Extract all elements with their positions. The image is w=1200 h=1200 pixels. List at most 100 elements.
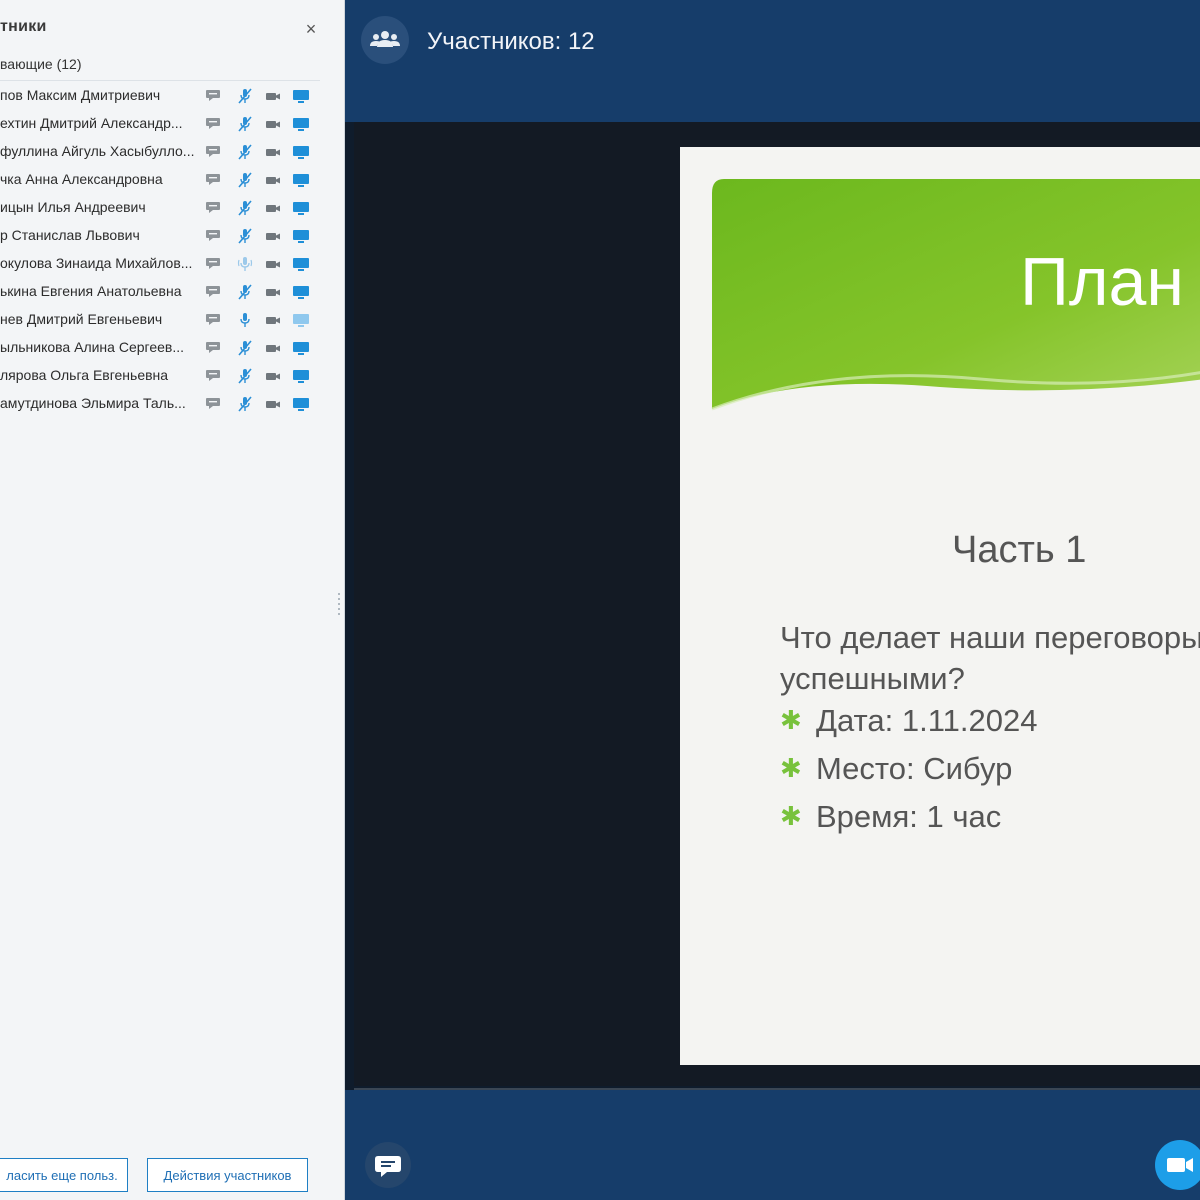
camera-icon — [264, 115, 282, 133]
participant-row[interactable]: нев Дмитрий Евгеньевич — [0, 306, 340, 334]
slide-bullet: ✱ Время: 1 час — [780, 799, 1200, 847]
group-title[interactable]: вающие (12) — [0, 56, 81, 72]
chat-bubble-icon — [204, 339, 222, 357]
mic-muted-icon — [236, 87, 254, 105]
bullet-star-icon: ✱ — [780, 753, 802, 783]
screen-share-icon — [292, 339, 310, 357]
chat-bubble-icon — [204, 283, 222, 301]
screen-share-icon — [292, 283, 310, 301]
panel-footer: ласить еще польз. Действия участников — [0, 1158, 344, 1194]
participant-name: амутдинова Эльмира Таль... — [0, 395, 186, 411]
top-bar: Участников: 12 — [345, 0, 1200, 122]
camera-icon — [264, 199, 282, 217]
bullet-text: Время: 1 час — [816, 799, 1002, 834]
participant-list: пов Максим Дмитриевич ехтин Дмитрий Алекс… — [0, 82, 340, 418]
panel-resize-handle[interactable] — [337, 590, 341, 620]
chat-bubble-icon — [204, 199, 222, 217]
participant-name: чка Анна Александровна — [0, 171, 163, 187]
panel-title: тники — [0, 18, 47, 35]
participant-actions-button[interactable]: Действия участников — [147, 1158, 308, 1192]
people-icon[interactable] — [361, 16, 409, 64]
chat-bubble-icon — [204, 171, 222, 189]
screen-share-icon — [292, 367, 310, 385]
chat-bubble-icon — [204, 311, 222, 329]
camera-icon — [264, 143, 282, 161]
mic-muted-icon — [236, 115, 254, 133]
screen-share-icon — [292, 199, 310, 217]
participant-row[interactable]: ицын Илья Андреевич — [0, 194, 340, 222]
chat-icon[interactable] — [365, 1142, 411, 1188]
bottom-bar — [345, 1090, 1200, 1200]
chat-bubble-icon — [204, 395, 222, 413]
screen-share-icon — [292, 311, 310, 329]
participant-row[interactable]: амутдинова Эльмира Таль... — [0, 390, 340, 418]
participant-row[interactable]: окулова Зинаида Михайлов... — [0, 250, 340, 278]
participant-row[interactable]: фуллина Айгуль Хасыбулло... — [0, 138, 340, 166]
chat-bubble-icon — [204, 367, 222, 385]
screen-share-icon — [292, 115, 310, 133]
close-icon[interactable]: × — [302, 20, 320, 38]
chat-bubble-icon — [204, 227, 222, 245]
bullet-text: Место: Сибур — [816, 751, 1013, 786]
mic-muted-icon — [236, 227, 254, 245]
participant-row[interactable]: р Станислав Львович — [0, 222, 340, 250]
participant-name: фуллина Айгуль Хасыбулло... — [0, 143, 195, 159]
participant-row[interactable]: пов Максим Дмитриевич — [0, 82, 340, 110]
participant-name: р Станислав Львович — [0, 227, 140, 243]
mic-muted-icon — [236, 339, 254, 357]
chat-bubble-icon — [204, 143, 222, 161]
slide-title: План — [1020, 244, 1184, 320]
bullet-star-icon: ✱ — [780, 801, 802, 831]
divider — [0, 80, 320, 81]
camera-icon — [264, 339, 282, 357]
participant-row[interactable]: ькина Евгения Анатольевна — [0, 278, 340, 306]
camera-icon — [264, 227, 282, 245]
camera-icon — [264, 311, 282, 329]
mic-icon — [236, 311, 254, 329]
participants-panel: тники × вающие (12) пов Максим Дмитриеви… — [0, 0, 345, 1200]
screen-share-icon — [292, 171, 310, 189]
camera-icon — [264, 87, 282, 105]
screen-share-icon — [292, 87, 310, 105]
camera-icon — [264, 171, 282, 189]
mic-muted-icon — [236, 283, 254, 301]
slide-bullet-list: ✱ Дата: 1.11.2024 ✱ Место: Сибур ✱ Время: 1 ч… — [780, 703, 1200, 847]
participant-row[interactable]: ехтин Дмитрий Александр... — [0, 110, 340, 138]
participant-row[interactable]: лярова Ольга Евгеньевна — [0, 362, 340, 390]
participant-name: ькина Евгения Анатольевна — [0, 283, 182, 299]
participant-name: окулова Зинаида Михайлов... — [0, 255, 193, 271]
screen-share-icon — [292, 143, 310, 161]
bullet-text: Дата: 1.11.2024 — [816, 703, 1038, 738]
chat-bubble-icon — [204, 87, 222, 105]
screen-share-icon — [292, 255, 310, 273]
video-icon[interactable] — [1155, 1140, 1200, 1190]
camera-icon — [264, 255, 282, 273]
participant-row[interactable]: ыльникова Алина Сергеев... — [0, 334, 340, 362]
invite-users-button[interactable]: ласить еще польз. — [0, 1158, 128, 1192]
presentation-slide: План Часть 1 Что делает наши переговоры … — [680, 147, 1200, 1065]
bullet-star-icon: ✱ — [780, 705, 802, 735]
screen-share-icon — [292, 227, 310, 245]
participant-name: ицын Илья Андреевич — [0, 199, 146, 215]
participants-count: Участников: 12 — [427, 28, 595, 55]
camera-icon — [264, 367, 282, 385]
participant-name: нев Дмитрий Евгеньевич — [0, 311, 163, 327]
participant-name: ыльникова Алина Сергеев... — [0, 339, 184, 355]
mic-muted-icon — [236, 143, 254, 161]
slide-subtitle: Часть 1 — [952, 529, 1087, 571]
slide-question: Что делает наши переговоры успешными? — [780, 620, 1200, 696]
slide-bullet: ✱ Место: Сибур — [780, 751, 1200, 799]
screen-share-icon — [292, 395, 310, 413]
mic-muted-icon — [236, 367, 254, 385]
participant-name: лярова Ольга Евгеньевна — [0, 367, 169, 383]
camera-icon — [264, 283, 282, 301]
participant-row[interactable]: чка Анна Александровна — [0, 166, 340, 194]
participant-name: ехтин Дмитрий Александр... — [0, 115, 183, 131]
mic-muted-icon — [236, 395, 254, 413]
mic-muted-icon — [236, 171, 254, 189]
chat-bubble-icon — [204, 115, 222, 133]
mic-muted-icon — [236, 199, 254, 217]
camera-icon — [264, 395, 282, 413]
slide-bullet: ✱ Дата: 1.11.2024 — [780, 703, 1200, 751]
participant-name: пов Максим Дмитриевич — [0, 87, 161, 103]
